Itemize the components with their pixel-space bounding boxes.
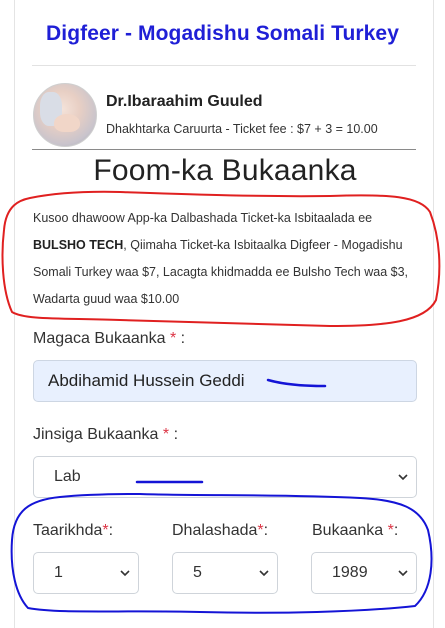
gender-select-value: Lab bbox=[54, 468, 81, 485]
gender-label-text: Jinsiga Bukaanka bbox=[33, 426, 159, 443]
birth-year-value: 1989 bbox=[332, 564, 368, 581]
info-text: Kusoo dhawoow App-ka Dalbashada Ticket-k… bbox=[33, 205, 418, 313]
avatar-hand-shape bbox=[54, 114, 80, 132]
required-mark: * bbox=[162, 426, 170, 443]
info-text-part1: Kusoo dhawoow App-ka Dalbashada Ticket-k… bbox=[33, 211, 373, 225]
gender-select[interactable]: Lab bbox=[33, 456, 417, 498]
label-colon: : bbox=[393, 522, 399, 539]
date-label-text: Taarikhda bbox=[33, 522, 103, 539]
birth-month-select[interactable]: 5 bbox=[172, 552, 278, 594]
form-title: Foom-ka Bukaanka bbox=[93, 154, 357, 187]
required-mark: * bbox=[169, 330, 177, 347]
site-title: Digfeer - Mogadishu Somali Turkey bbox=[46, 22, 399, 45]
label-colon: : bbox=[173, 426, 179, 443]
patient-name-label: Magaca Bukaanka * : bbox=[33, 330, 185, 348]
patient-name-label-text: Magaca Bukaanka bbox=[33, 330, 166, 347]
month-label-text: Dhalashada bbox=[172, 522, 258, 539]
birth-year-select[interactable]: 1989 bbox=[311, 552, 417, 594]
doctor-avatar bbox=[33, 83, 97, 147]
info-text-brand: BULSHO TECH bbox=[33, 238, 124, 252]
chevron-down-icon bbox=[259, 570, 269, 577]
patient-name-input[interactable]: Abdihamid Hussein Geddi bbox=[33, 360, 417, 402]
month-label: Dhalashada*: bbox=[172, 522, 268, 540]
doctor-divider bbox=[32, 149, 416, 150]
birth-day-select[interactable]: 1 bbox=[33, 552, 139, 594]
birth-day-value: 1 bbox=[54, 564, 63, 581]
year-label-text: Bukaanka bbox=[312, 522, 384, 539]
doctor-details: Dhakhtarka Caruurta - Ticket fee : $7 + … bbox=[106, 122, 378, 136]
label-colon: : bbox=[108, 522, 114, 539]
header-divider bbox=[32, 65, 416, 66]
chevron-down-icon bbox=[398, 474, 408, 481]
chevron-down-icon bbox=[398, 570, 408, 577]
gender-label: Jinsiga Bukaanka * : bbox=[33, 426, 178, 444]
label-colon: : bbox=[263, 522, 269, 539]
doctor-name: Dr.Ibaraahim Guuled bbox=[106, 93, 263, 110]
birth-month-value: 5 bbox=[193, 564, 202, 581]
label-colon: : bbox=[180, 330, 186, 347]
date-label: Taarikhda*: bbox=[33, 522, 113, 540]
year-label: Bukaanka *: bbox=[312, 522, 398, 540]
chevron-down-icon bbox=[120, 570, 130, 577]
